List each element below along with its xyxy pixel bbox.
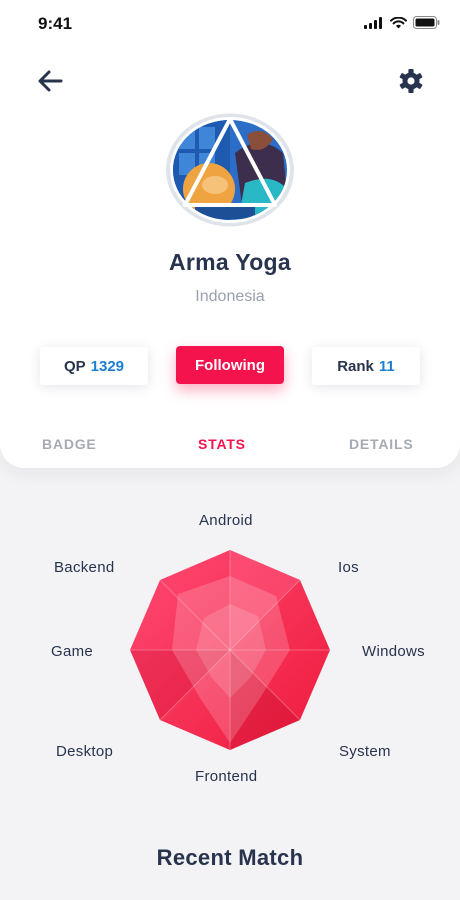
gear-icon [399,69,423,93]
rank-value: 11 [378,357,395,375]
profile-card [0,0,460,468]
skill-label-frontend: Frontend [195,768,258,785]
status-icons [364,16,440,34]
qp-label: QP [63,357,86,375]
skills-radar [100,538,360,768]
tab-stats[interactable]: STATS [198,436,246,452]
qp-value: 1329 [90,357,125,375]
tab-badge[interactable]: BADGE [42,436,97,452]
tab-details[interactable]: DETAILS [349,436,413,452]
skill-label-desktop: Desktop [56,743,114,760]
battery-icon [413,16,440,34]
status-time: 9:41 [38,14,73,33]
avatar [165,113,295,227]
skill-label-system: System [339,743,391,760]
arrow-left-icon [38,70,63,92]
skill-label-game: Game [51,643,94,660]
status-bar: 9:41 [0,0,460,50]
settings-button[interactable] [398,68,424,94]
qp-stat: QP 1329 [40,347,148,385]
recent-match-heading: Recent Match [156,845,304,870]
profile-name: Arma Yoga [168,249,291,275]
wifi-icon [390,16,407,34]
profile-country: Indonesia [195,288,265,305]
rank-stat: Rank 11 [312,347,420,385]
skill-label-windows: Windows [362,643,425,660]
skill-label-android: Android [199,512,253,529]
back-button[interactable] [34,66,66,96]
skill-label-backend: Backend [54,559,115,576]
rank-label: Rank [337,357,374,375]
signal-icon [364,16,384,34]
following-button[interactable]: Following [176,346,284,384]
skill-label-ios: Ios [338,559,359,576]
